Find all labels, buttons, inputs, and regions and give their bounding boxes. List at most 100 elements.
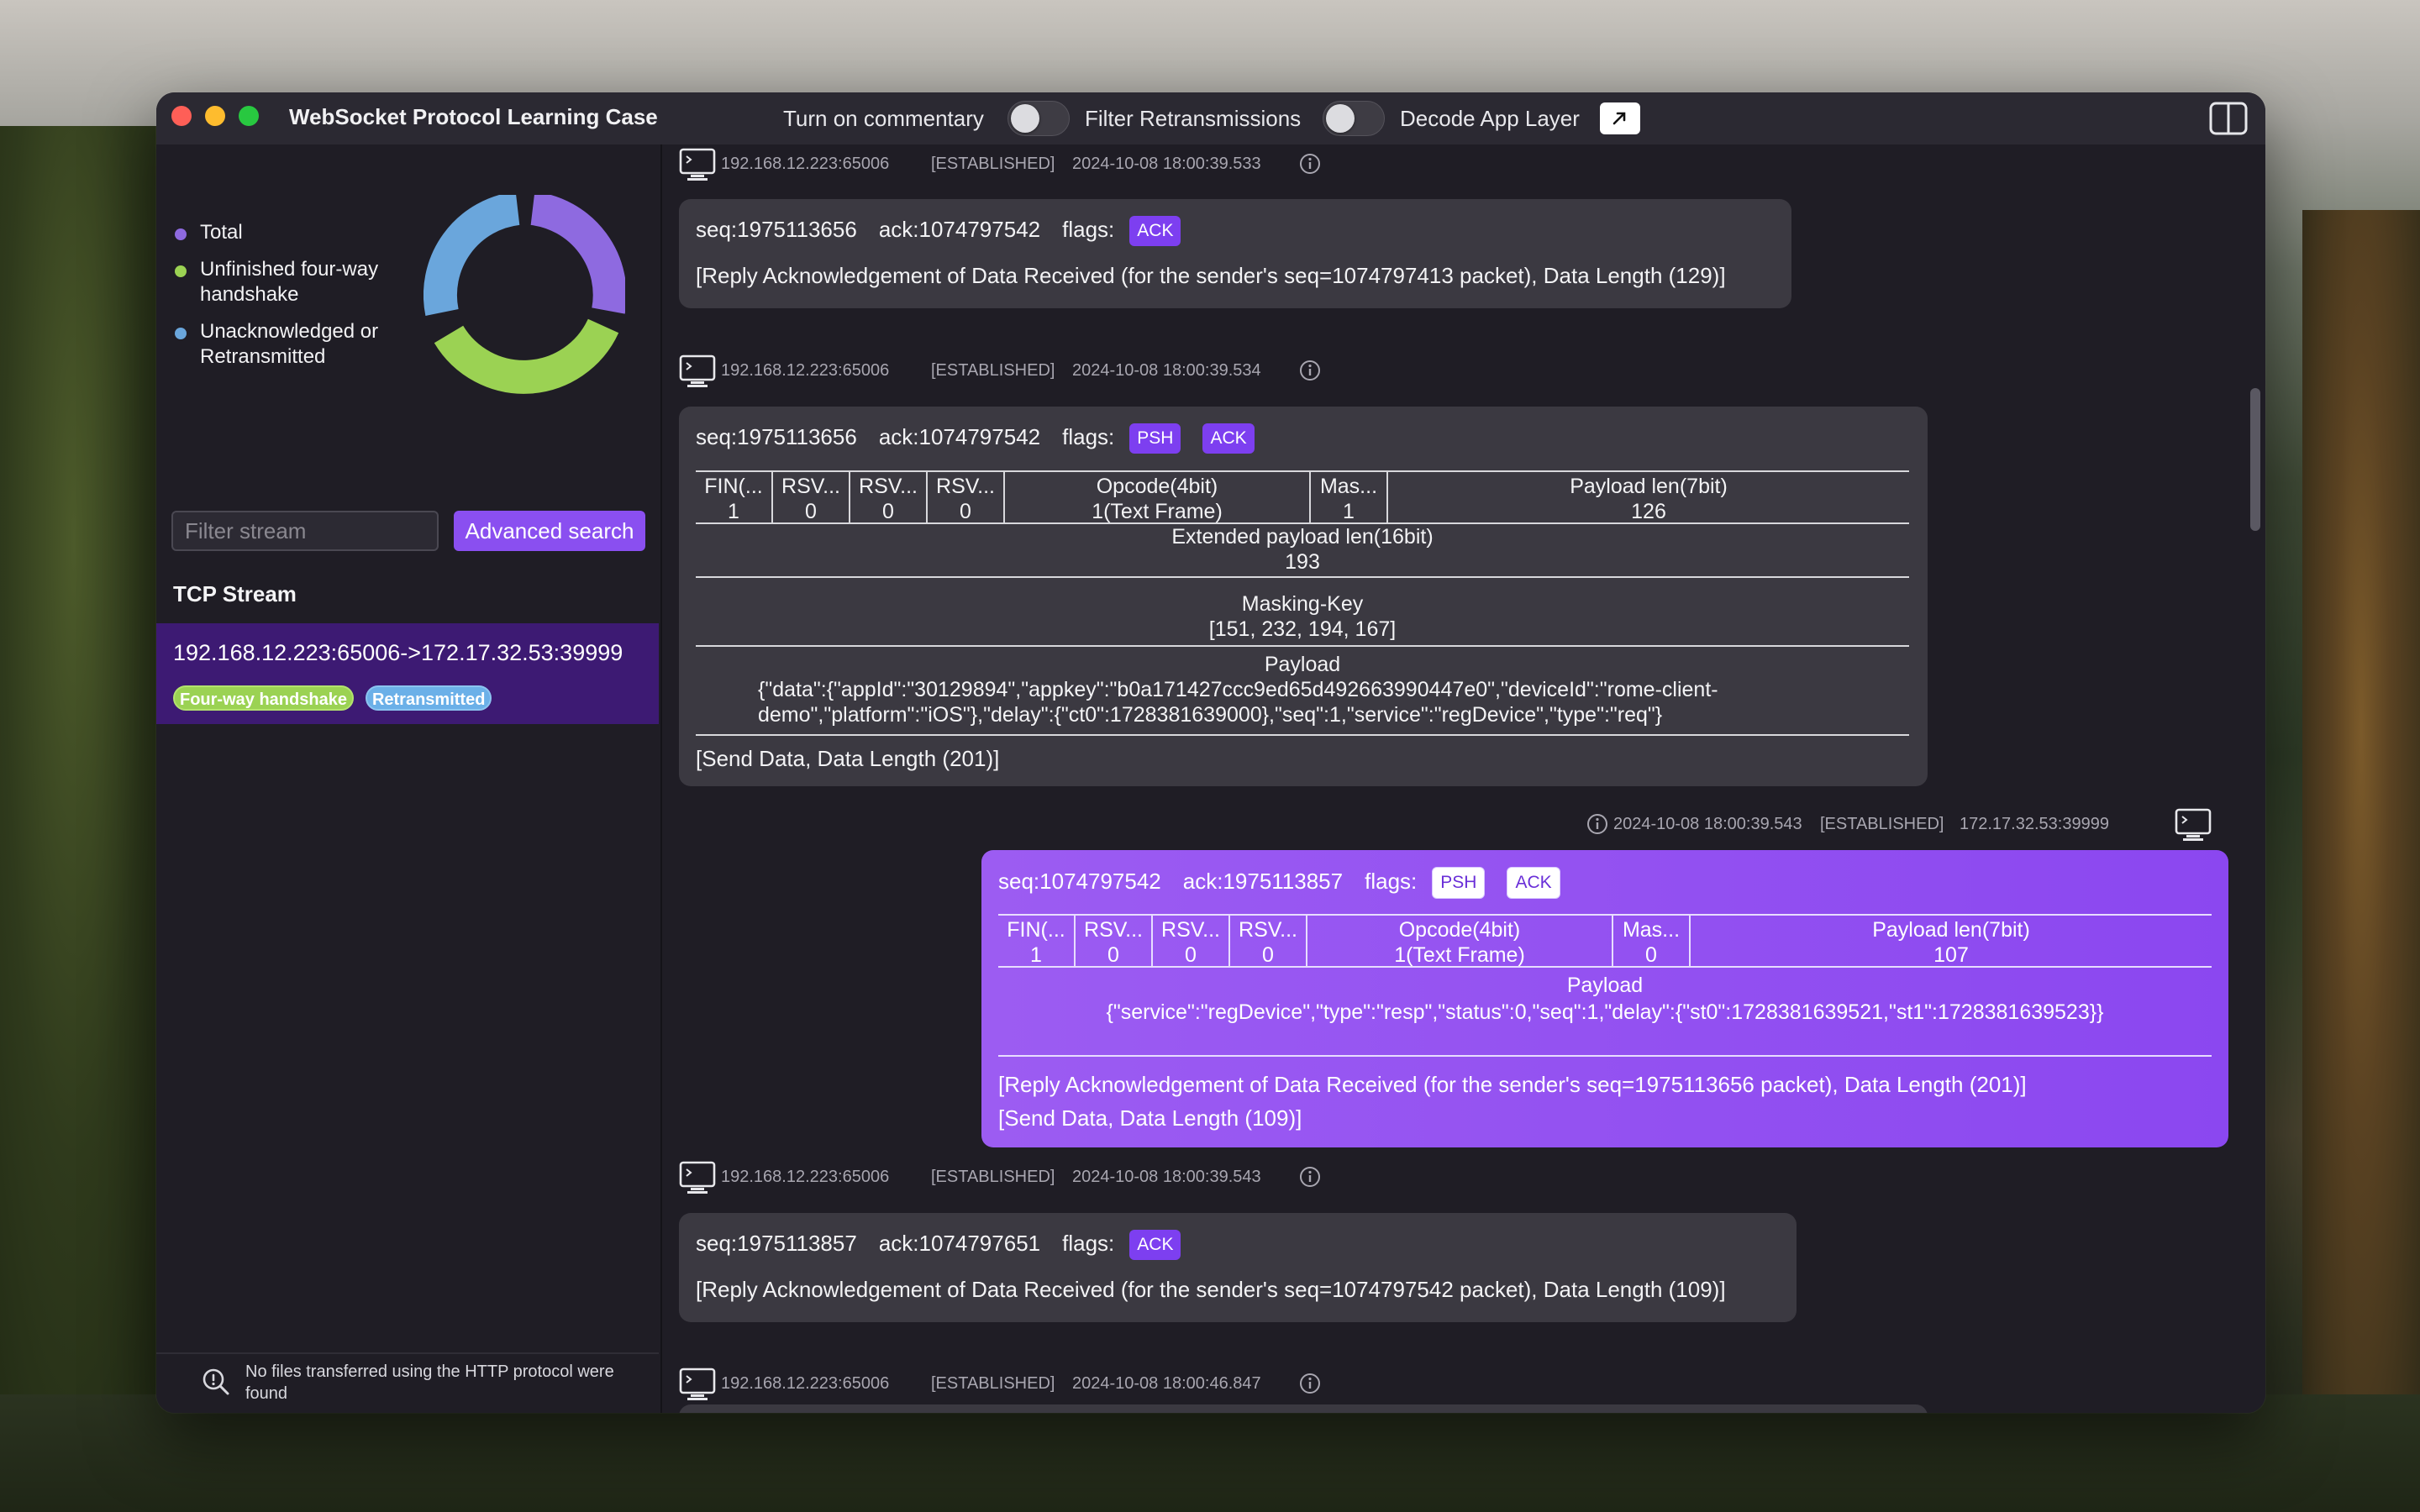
packet-bubble-partial[interactable] bbox=[679, 1404, 1928, 1413]
flag-ack: ACK bbox=[1129, 1230, 1181, 1260]
extended-payload-len-row: Extended payload len(16bit) 193 bbox=[696, 524, 1909, 578]
flag-psh: PSH bbox=[1432, 867, 1486, 899]
packet-note-2: [Send Data, Data Length (109)] bbox=[998, 1105, 1302, 1131]
seq-value: seq:1975113656 bbox=[696, 423, 857, 449]
legend-dot bbox=[175, 228, 187, 240]
rsv2-cell: RSV... 0 bbox=[1153, 916, 1230, 966]
legend-label: Unfinished four-way handshake bbox=[200, 258, 379, 306]
packet-state: [ESTABLISHED] bbox=[931, 361, 1055, 380]
filter-stream-input[interactable] bbox=[171, 511, 439, 551]
commentary-label: Turn on commentary bbox=[783, 106, 984, 131]
title-bar: WebSocket Protocol Learning Case Turn on… bbox=[156, 92, 2265, 146]
minimize-window-button[interactable] bbox=[205, 106, 225, 126]
footer-message: No files transferred using the HTTP prot… bbox=[245, 1362, 614, 1403]
flags-label: flags: bbox=[1062, 423, 1115, 449]
packet-time: 2024-10-08 18:00:39.534 bbox=[1072, 361, 1261, 380]
packet-bubble[interactable]: seq:1074797542 ack:1975113857 flags: PSH ACK… bbox=[981, 850, 2228, 1147]
flags-label: flags: bbox=[1062, 1230, 1115, 1256]
terminal-icon bbox=[679, 148, 716, 181]
info-icon[interactable] bbox=[1586, 813, 1608, 835]
zoom-window-button[interactable] bbox=[239, 106, 259, 126]
info-icon[interactable] bbox=[1299, 153, 1321, 175]
rsv1-cell: RSV... 0 bbox=[773, 472, 850, 522]
websocket-frame-header-table: FIN(... 1 RSV... 0 RSV... 0 RSV... 0 Opcode(… bbox=[696, 470, 1909, 524]
app-window: WebSocket Protocol Learning Case Turn on… bbox=[156, 92, 2265, 1413]
packet-state: [ESTABLISHED] bbox=[931, 1168, 1055, 1186]
seq-value: seq:1074797542 bbox=[998, 868, 1161, 894]
info-icon[interactable] bbox=[1299, 360, 1321, 381]
packet-meta: 192.168.12.223:65006 [ESTABLISHED] 2024-… bbox=[679, 1368, 1351, 1401]
search-info-icon bbox=[203, 1368, 229, 1395]
rsv2-cell: RSV... 0 bbox=[850, 472, 928, 522]
fin-cell: FIN(... 1 bbox=[696, 472, 773, 522]
advanced-search-button[interactable]: Advanced search bbox=[454, 511, 645, 551]
flags-label: flags: bbox=[1062, 216, 1115, 242]
packet-state: [ESTABLISHED] bbox=[1820, 815, 1944, 833]
mask-cell: Mas... 0 bbox=[1613, 916, 1691, 966]
sidebar-icon bbox=[2209, 102, 2248, 135]
packet-address: 192.168.12.223:65006 bbox=[721, 361, 890, 380]
packet-time: 2024-10-08 18:00:46.847 bbox=[1072, 1374, 1261, 1393]
payload-row: Payload {"data":{"appId":"30129894","app… bbox=[696, 647, 1909, 736]
packet-time: 2024-10-08 18:00:39.543 bbox=[1613, 815, 1802, 833]
payload-len-cell: Payload len(7bit) 107 bbox=[1872, 918, 2030, 966]
websocket-frame-header-table: FIN(... 1 RSV... 0 RSV... 0 RSV... 0 Opcode(… bbox=[998, 914, 2212, 968]
tag-retransmitted: Retransmitted bbox=[365, 685, 492, 711]
stream-address: 192.168.12.223:65006->172.17.32.53:39999 bbox=[173, 640, 623, 665]
packet-list: 192.168.12.223:65006 [ESTABLISHED] 2024-… bbox=[662, 144, 2265, 1413]
payload-row: Payload {"service":"regDevice","type":"r… bbox=[998, 968, 2212, 1057]
decode-app-layer-button[interactable] bbox=[1600, 102, 1640, 134]
close-window-button[interactable] bbox=[171, 106, 192, 126]
filter-retransmissions-toggle[interactable] bbox=[1323, 101, 1385, 136]
packet-address: 192.168.12.223:65006 bbox=[721, 1168, 890, 1186]
seq-value: seq:1975113857 bbox=[696, 1230, 857, 1256]
filter-retransmissions-label: Filter Retransmissions bbox=[1085, 106, 1302, 131]
ack-value: ack:1074797651 bbox=[878, 1230, 1041, 1256]
sidebar-toggle-button[interactable] bbox=[2208, 101, 2249, 136]
donut-segment-unfinished bbox=[434, 318, 619, 394]
opcode-cell: Opcode(4bit) 1(Text Frame) bbox=[1005, 472, 1311, 522]
tag-four-way-handshake: Four-way handshake bbox=[173, 685, 354, 711]
terminal-icon bbox=[2175, 808, 2212, 841]
packet-bubble[interactable]: seq:1975113857 ack:1074797651 flags: ACK [R… bbox=[679, 1213, 1797, 1322]
scrollbar-thumb[interactable] bbox=[2250, 388, 2260, 531]
packet-time: 2024-10-08 18:00:39.543 bbox=[1072, 1168, 1261, 1186]
legend-label: Total bbox=[200, 221, 243, 244]
tcp-stream-heading: TCP Stream bbox=[173, 581, 297, 606]
terminal-icon bbox=[679, 1368, 716, 1400]
rsv3-cell: RSV... 0 bbox=[1230, 916, 1307, 966]
fin-cell: FIN(... 1 bbox=[998, 916, 1076, 966]
legend-label: Unacknowledged or Retransmitted bbox=[200, 320, 379, 368]
packet-header: seq:1074797542 ack:1975113857 flags: PSH ACK bbox=[998, 867, 1582, 899]
packet-state: [ESTABLISHED] bbox=[931, 1374, 1055, 1393]
packet-bubble[interactable]: seq:1975113656 ack:1074797542 flags: ACK [R… bbox=[679, 199, 1791, 308]
packet-note: [Reply Acknowledgement of Data Received … bbox=[998, 1072, 2027, 1097]
stream-list-item[interactable]: 192.168.12.223:65006->172.17.32.53:39999… bbox=[156, 623, 659, 724]
packet-bubble[interactable]: seq:1975113656 ack:1074797542 flags: PSH ACK… bbox=[679, 407, 1928, 786]
legend-item-total: Total bbox=[173, 220, 425, 245]
flag-psh: PSH bbox=[1129, 423, 1181, 454]
info-icon[interactable] bbox=[1299, 1373, 1321, 1394]
packet-address: 192.168.12.223:65006 bbox=[721, 1374, 890, 1393]
legend-item-unfinished: Unfinished four-way handshake bbox=[173, 257, 425, 307]
packet-address: 172.17.32.53:39999 bbox=[1960, 815, 2109, 833]
packet-address: 192.168.12.223:65006 bbox=[721, 155, 890, 173]
commentary-toggle[interactable] bbox=[1007, 101, 1070, 136]
packet-note: [Reply Acknowledgement of Data Received … bbox=[696, 263, 1726, 288]
packet-time: 2024-10-08 18:00:39.533 bbox=[1072, 155, 1261, 173]
ack-value: ack:1975113857 bbox=[1182, 868, 1344, 894]
packet-state: [ESTABLISHED] bbox=[931, 155, 1055, 173]
terminal-icon bbox=[679, 354, 716, 387]
info-icon[interactable] bbox=[1299, 1166, 1321, 1188]
legend-dot bbox=[175, 328, 187, 339]
donut-segment-total bbox=[529, 195, 625, 314]
window-title: WebSocket Protocol Learning Case bbox=[289, 104, 658, 129]
masking-key-row: Masking-Key [151, 232, 194, 167] bbox=[696, 578, 1909, 647]
toggle-knob bbox=[1011, 104, 1039, 133]
stream-tags: Four-way handshake Retransmitted bbox=[173, 685, 503, 711]
sidebar: Total Unfinished four-way handshake Unac… bbox=[156, 144, 662, 1413]
toggle-knob bbox=[1326, 104, 1355, 133]
legend-dot bbox=[175, 265, 187, 277]
packet-meta: 192.168.12.223:65006 [ESTABLISHED] 2024-… bbox=[679, 148, 1351, 181]
packet-note: [Reply Acknowledgement of Data Received … bbox=[696, 1277, 1726, 1302]
